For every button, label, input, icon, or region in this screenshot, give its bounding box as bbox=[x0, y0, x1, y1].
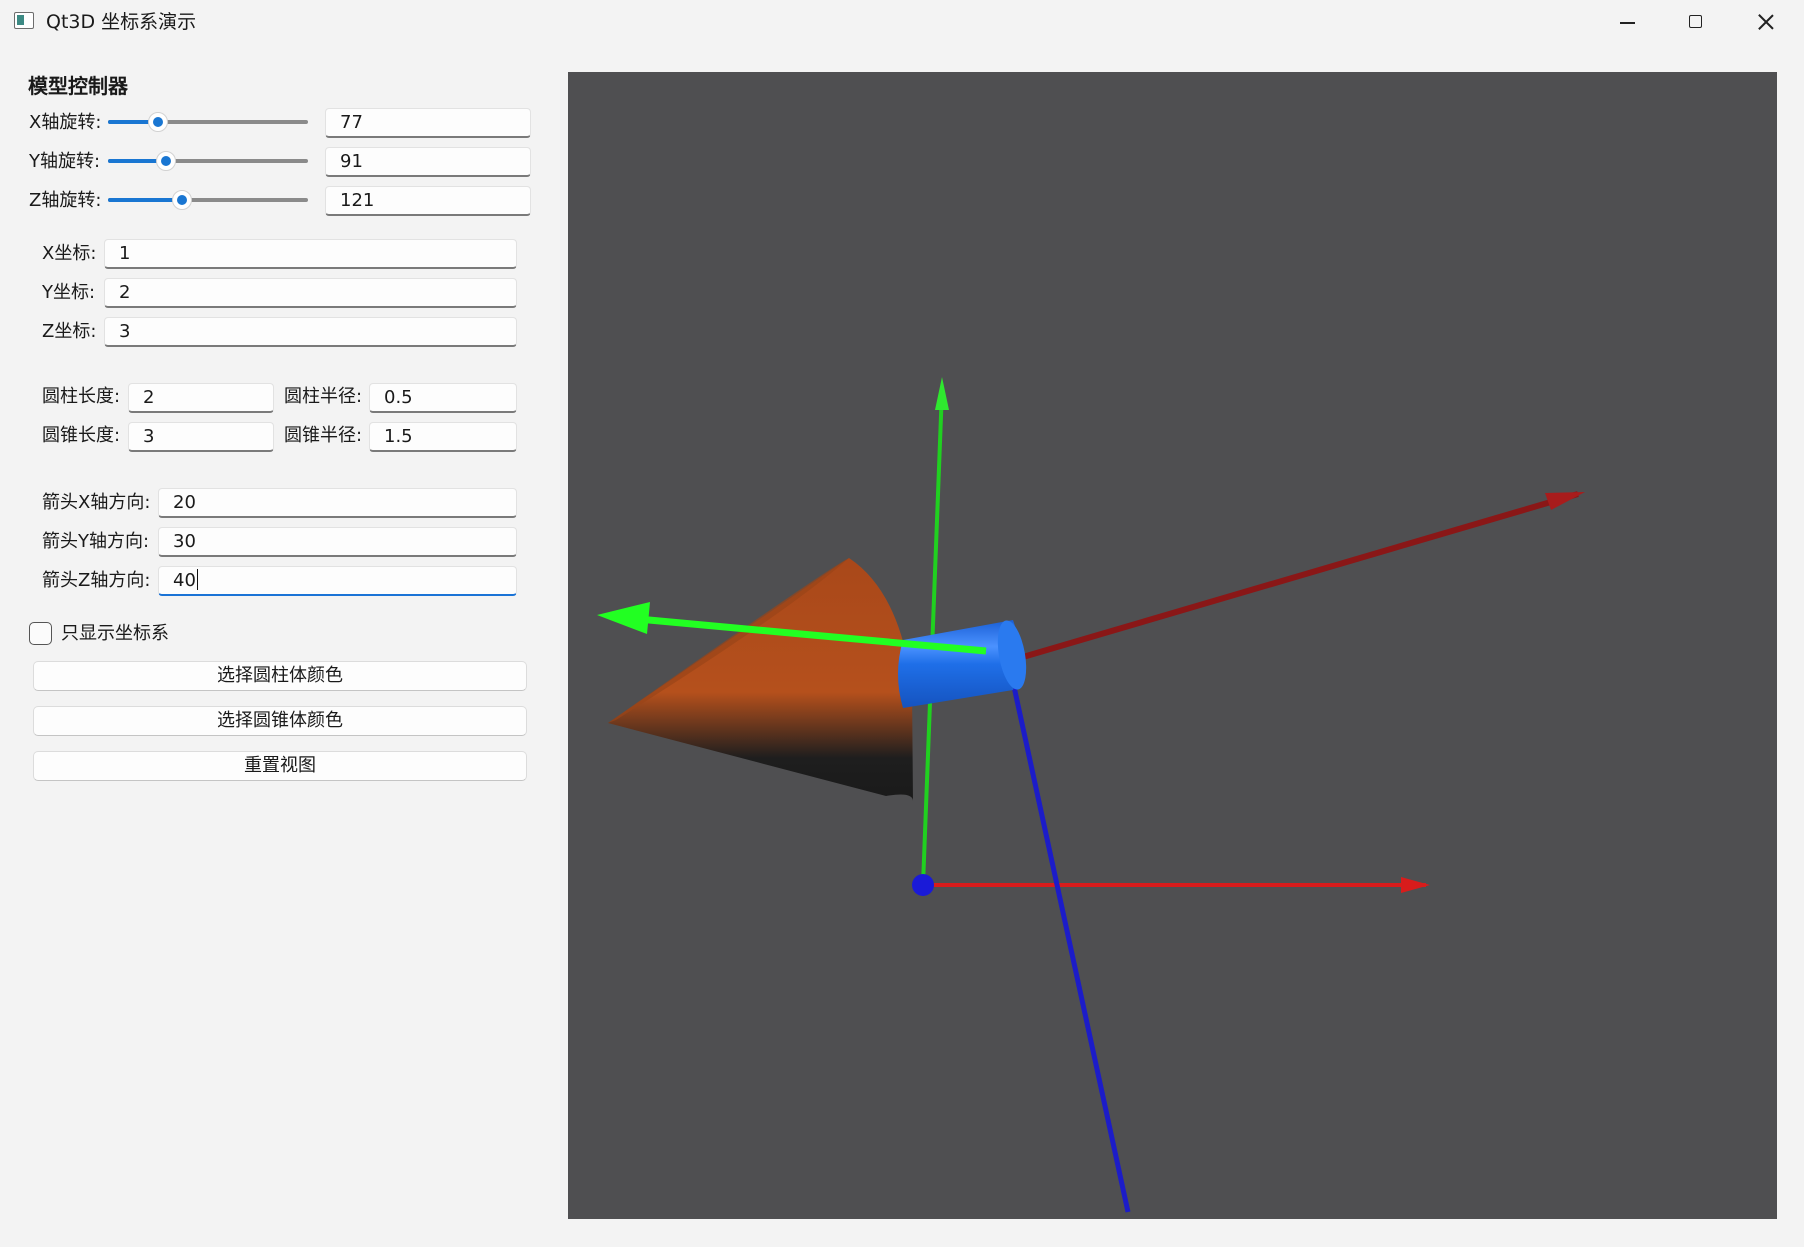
x-coordinate-label: X坐标: bbox=[42, 243, 97, 264]
direction-arrow-head bbox=[597, 602, 650, 634]
cylinder-radius-input[interactable]: 0.5 bbox=[369, 383, 517, 413]
z-rotation-input[interactable]: 121 bbox=[325, 186, 531, 216]
z-coordinate-input[interactable]: 3 bbox=[104, 317, 517, 347]
cone-length-label: 圆锥长度: bbox=[42, 425, 121, 446]
cylinder-length-input[interactable]: 2 bbox=[128, 383, 274, 413]
z-rotation-slider[interactable] bbox=[108, 188, 308, 212]
x-rotation-label: X轴旋转: bbox=[29, 112, 102, 133]
arrow-y-direction-input[interactable]: 30 bbox=[158, 527, 517, 557]
origin-point bbox=[912, 874, 934, 896]
y-coordinate-input[interactable]: 2 bbox=[104, 278, 517, 308]
cone-radius-label: 圆锥半径: bbox=[284, 425, 363, 446]
choose-cone-color-button[interactable]: 选择圆锥体颜色 bbox=[33, 706, 527, 736]
y-coordinate-label: Y坐标: bbox=[42, 282, 96, 303]
reset-view-button[interactable]: 重置视图 bbox=[33, 751, 527, 781]
only-axes-checkbox[interactable] bbox=[29, 622, 52, 645]
3d-viewport[interactable] bbox=[568, 72, 1777, 1219]
origin-y-axis-arrowhead bbox=[935, 377, 949, 410]
arrow-y-direction-label: 箭头Y轴方向: bbox=[42, 531, 150, 552]
panel-heading: 模型控制器 bbox=[28, 74, 128, 98]
cone-length-input[interactable]: 3 bbox=[128, 422, 274, 452]
cylinder-length-label: 圆柱长度: bbox=[42, 386, 121, 407]
slider-thumb[interactable] bbox=[172, 190, 192, 210]
scene-svg bbox=[597, 377, 1585, 1213]
app-window-icon bbox=[14, 12, 34, 29]
maximize-button[interactable] bbox=[1663, 0, 1729, 44]
cone-radius-input[interactable]: 1.5 bbox=[369, 422, 517, 452]
cylinder-radius-label: 圆柱半径: bbox=[284, 386, 363, 407]
z-coordinate-label: Z坐标: bbox=[42, 321, 97, 342]
arrow-x-direction-input[interactable]: 20 bbox=[158, 488, 517, 518]
model-z-axis bbox=[1010, 681, 1131, 1213]
model-x-axis-arrowhead bbox=[1545, 492, 1585, 510]
y-rotation-label: Y轴旋转: bbox=[29, 151, 101, 172]
y-rotation-input[interactable]: 91 bbox=[325, 147, 531, 177]
cone-mesh bbox=[608, 558, 914, 802]
minimize-button[interactable] bbox=[1594, 0, 1660, 44]
slider-thumb[interactable] bbox=[148, 112, 168, 132]
choose-cylinder-color-button[interactable]: 选择圆柱体颜色 bbox=[33, 661, 527, 691]
origin-x-axis-arrowhead bbox=[1401, 877, 1430, 893]
arrow-z-direction-label: 箭头Z轴方向: bbox=[42, 570, 151, 591]
x-coordinate-input[interactable]: 1 bbox=[104, 239, 517, 269]
close-button[interactable] bbox=[1733, 0, 1799, 44]
text-caret bbox=[196, 569, 199, 590]
x-rotation-input[interactable]: 77 bbox=[325, 108, 531, 138]
arrow-z-direction-input[interactable]: 40 bbox=[158, 566, 517, 596]
window-title: Qt3D 坐标系演示 bbox=[46, 11, 197, 33]
x-rotation-slider[interactable] bbox=[108, 110, 308, 134]
y-rotation-slider[interactable] bbox=[108, 149, 308, 173]
arrow-x-direction-label: 箭头X轴方向: bbox=[42, 492, 151, 513]
title-bar: Qt3D 坐标系演示 bbox=[0, 0, 1804, 44]
model-x-axis bbox=[1022, 491, 1579, 660]
arrow-z-direction-value: 40 bbox=[173, 570, 196, 591]
z-rotation-label: Z轴旋转: bbox=[29, 190, 102, 211]
only-axes-label[interactable]: 只显示坐标系 bbox=[61, 622, 169, 646]
slider-fill bbox=[108, 198, 182, 202]
slider-thumb[interactable] bbox=[156, 151, 176, 171]
